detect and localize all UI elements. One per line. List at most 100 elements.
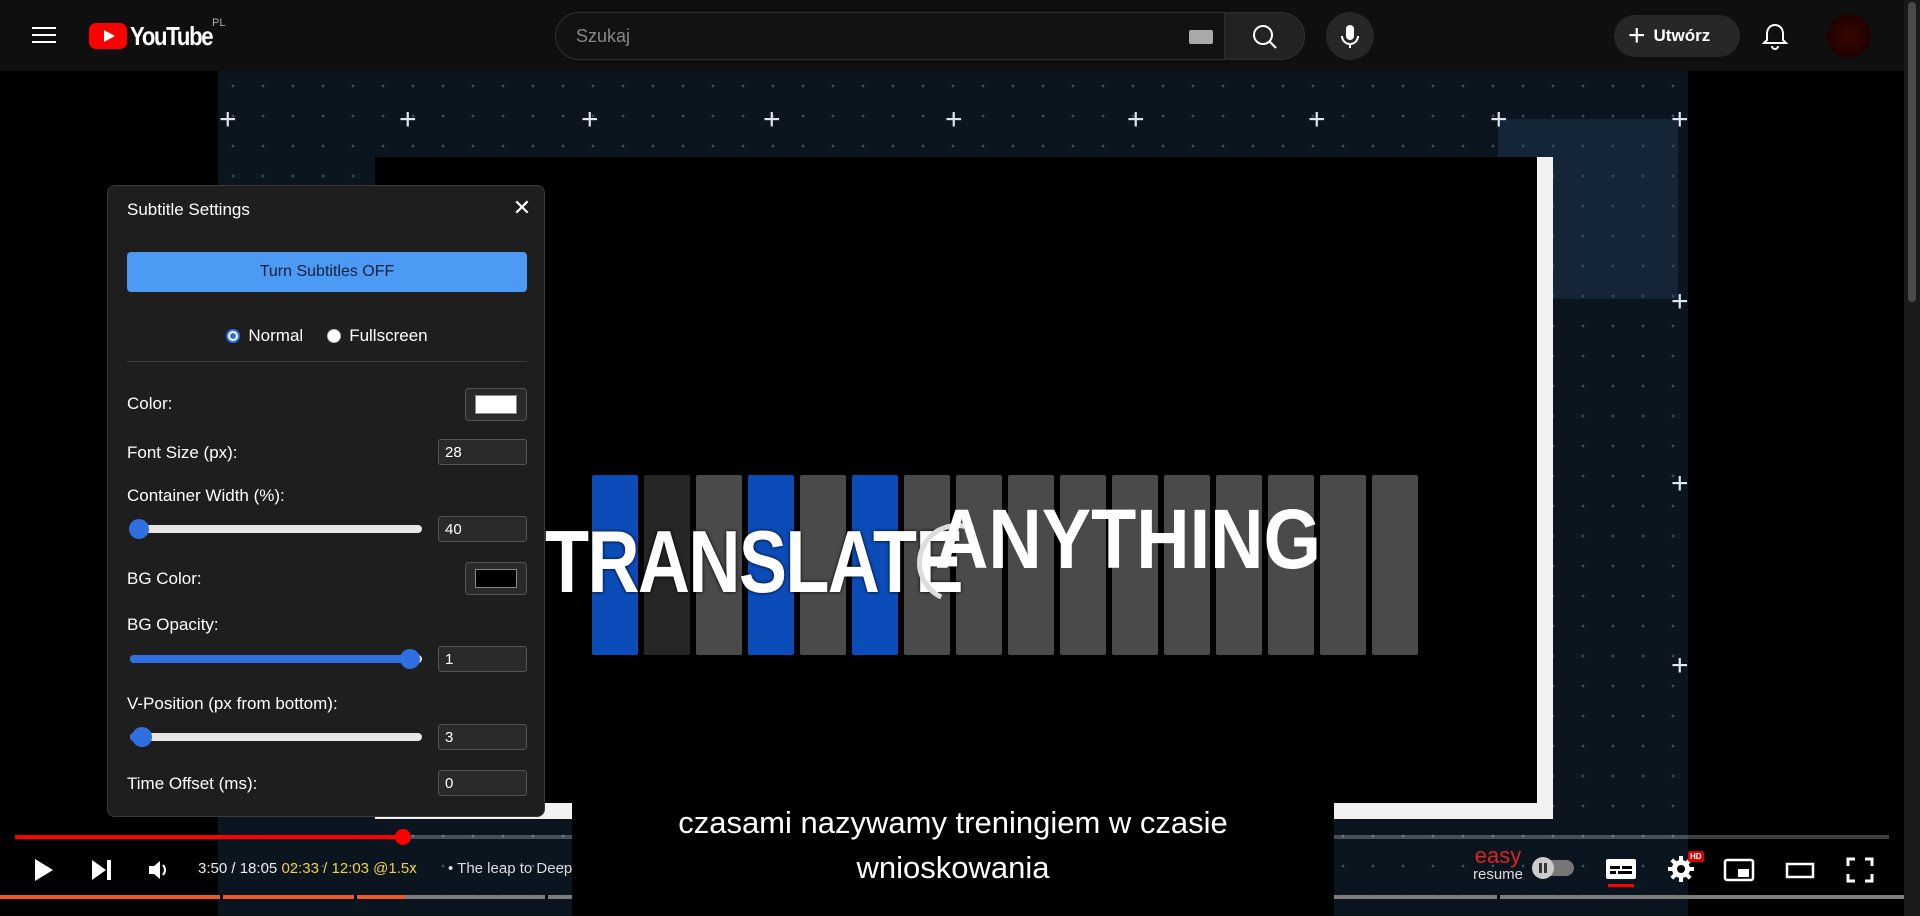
subtitle-line-2: wnioskowania [856, 850, 1050, 885]
title-bullet: • [448, 860, 454, 877]
time-offset-input[interactable] [438, 770, 527, 796]
subtitles-icon [1606, 859, 1636, 879]
font-size-label: Font Size (px): [127, 443, 238, 462]
hd-badge: HD [1688, 851, 1704, 862]
text-color-picker[interactable] [465, 388, 527, 421]
crosshair-mark: + [1671, 467, 1689, 500]
next-button[interactable] [88, 857, 116, 888]
time-offset-label: Time Offset (ms): [127, 774, 258, 793]
scrubber-handle[interactable] [394, 829, 411, 845]
page-scrollbar[interactable] [1904, 0, 1920, 916]
toggle-subtitles-button[interactable]: Turn Subtitles OFF [127, 252, 527, 292]
bg-color-picker[interactable] [465, 562, 527, 595]
font-size-input[interactable] [438, 439, 527, 465]
crosshair-mark: + [1490, 103, 1508, 136]
search-input[interactable] [576, 13, 1136, 59]
piano-key [1320, 475, 1366, 655]
crosshair-mark: + [1308, 103, 1326, 136]
crosshair-mark: + [763, 103, 781, 136]
slider-thumb[interactable] [128, 519, 149, 539]
fullscreen-icon [1846, 857, 1874, 883]
crosshair-mark: + [1127, 103, 1145, 136]
play-icon [35, 859, 53, 881]
bg-opacity-label: BG Opacity: [127, 615, 219, 634]
menu-icon[interactable] [30, 22, 58, 48]
easy-resume-button[interactable]: easy resume [1473, 845, 1524, 883]
logo-text: YouTube [130, 20, 214, 51]
video-title-word-1: TRANSLATE [545, 512, 963, 611]
crosshair-mark: + [581, 103, 599, 136]
mute-button[interactable] [146, 857, 172, 888]
v-position-label: V-Position (px from bottom): [127, 694, 338, 713]
v-position-slider[interactable] [130, 727, 422, 747]
theater-mode-button[interactable] [1784, 857, 1816, 888]
keyboard-icon[interactable] [1189, 30, 1213, 44]
account-avatar[interactable] [1827, 14, 1871, 58]
masthead: YouTube PL + Utwórz [0, 0, 1904, 71]
volume-icon [149, 861, 166, 879]
subtitles-active-indicator [1608, 884, 1634, 887]
search-box [555, 12, 1225, 60]
miniplayer-button[interactable] [1723, 857, 1755, 888]
youtube-logo[interactable]: YouTube [89, 20, 227, 51]
subtitles-button[interactable] [1604, 856, 1638, 887]
next-icon [92, 860, 111, 880]
container-width-label: Container Width (%): [127, 486, 285, 505]
create-label: Utwórz [1653, 26, 1711, 45]
container-width-input[interactable] [438, 516, 527, 542]
color-label: Color: [127, 394, 173, 413]
subtitle-line-1: czasami nazywamy treningiem w czasie [678, 805, 1228, 840]
notifications-button[interactable] [1757, 18, 1793, 54]
v-position-input[interactable] [438, 724, 527, 750]
adjusted-speed-time: 02:33 / 12:03 @1.5x [281, 860, 417, 877]
plus-icon: + [1628, 19, 1646, 52]
chapter-title[interactable]: • The leap to Deep [448, 860, 572, 877]
crosshair-mark: + [945, 103, 963, 136]
crosshair-mark: + [1671, 285, 1689, 318]
crosshair-mark: + [219, 103, 237, 136]
fullscreen-button[interactable] [1845, 856, 1875, 889]
chapter-title-text: The leap to Deep [457, 860, 572, 877]
display-mode-group: Normal Fullscreen [108, 326, 546, 346]
chapter-divider [220, 895, 223, 899]
bell-icon [1761, 23, 1789, 50]
chapter-divider [545, 895, 548, 899]
time-display: 3:50 / 18:05 02:33 / 12:03 @1.5x [198, 860, 417, 877]
resume-label: resume [1473, 866, 1524, 883]
search-icon [1253, 25, 1277, 49]
youtube-play-icon [89, 23, 127, 49]
play-button[interactable] [28, 855, 58, 890]
crosshair-mark: + [1671, 649, 1689, 682]
voice-search-button[interactable] [1326, 12, 1374, 60]
close-icon[interactable]: ✕ [510, 196, 534, 220]
autoplay-toggle[interactable] [1532, 857, 1574, 879]
microphone-icon [1341, 25, 1359, 48]
bg-opacity-input[interactable] [438, 646, 527, 672]
crosshair-mark: + [399, 103, 417, 136]
time-current: 3:50 [198, 860, 228, 877]
time-separator: / [227, 860, 240, 877]
progress-played [15, 835, 403, 839]
scroll-thumb[interactable] [1908, 2, 1916, 302]
mode-fullscreen-radio[interactable] [327, 329, 342, 343]
slider-thumb[interactable] [131, 727, 152, 747]
search-button[interactable] [1225, 12, 1305, 60]
crosshair-mark: + [1671, 103, 1689, 136]
mode-normal-radio[interactable] [226, 329, 241, 343]
panel-title: Subtitle Settings [127, 200, 250, 219]
container-width-slider[interactable] [128, 519, 422, 539]
piano-key [1372, 475, 1418, 655]
pause-icon [1532, 857, 1554, 879]
bg-color-label: BG Color: [127, 569, 202, 588]
bg-opacity-slider[interactable] [130, 649, 422, 669]
panel-divider [127, 361, 527, 362]
subtitle-overlay: czasami nazywamy treningiem w czasie wni… [572, 796, 1334, 916]
create-button[interactable]: + Utwórz [1614, 15, 1740, 57]
slider-thumb[interactable] [400, 649, 421, 669]
miniplayer-icon [1723, 858, 1755, 882]
time-total: 18:05 [239, 860, 278, 877]
chapter-watched-fill [0, 895, 405, 899]
mode-fullscreen-option[interactable]: Fullscreen [327, 326, 428, 346]
mode-normal-label: Normal [248, 326, 304, 345]
mode-normal-option[interactable]: Normal [226, 326, 303, 346]
